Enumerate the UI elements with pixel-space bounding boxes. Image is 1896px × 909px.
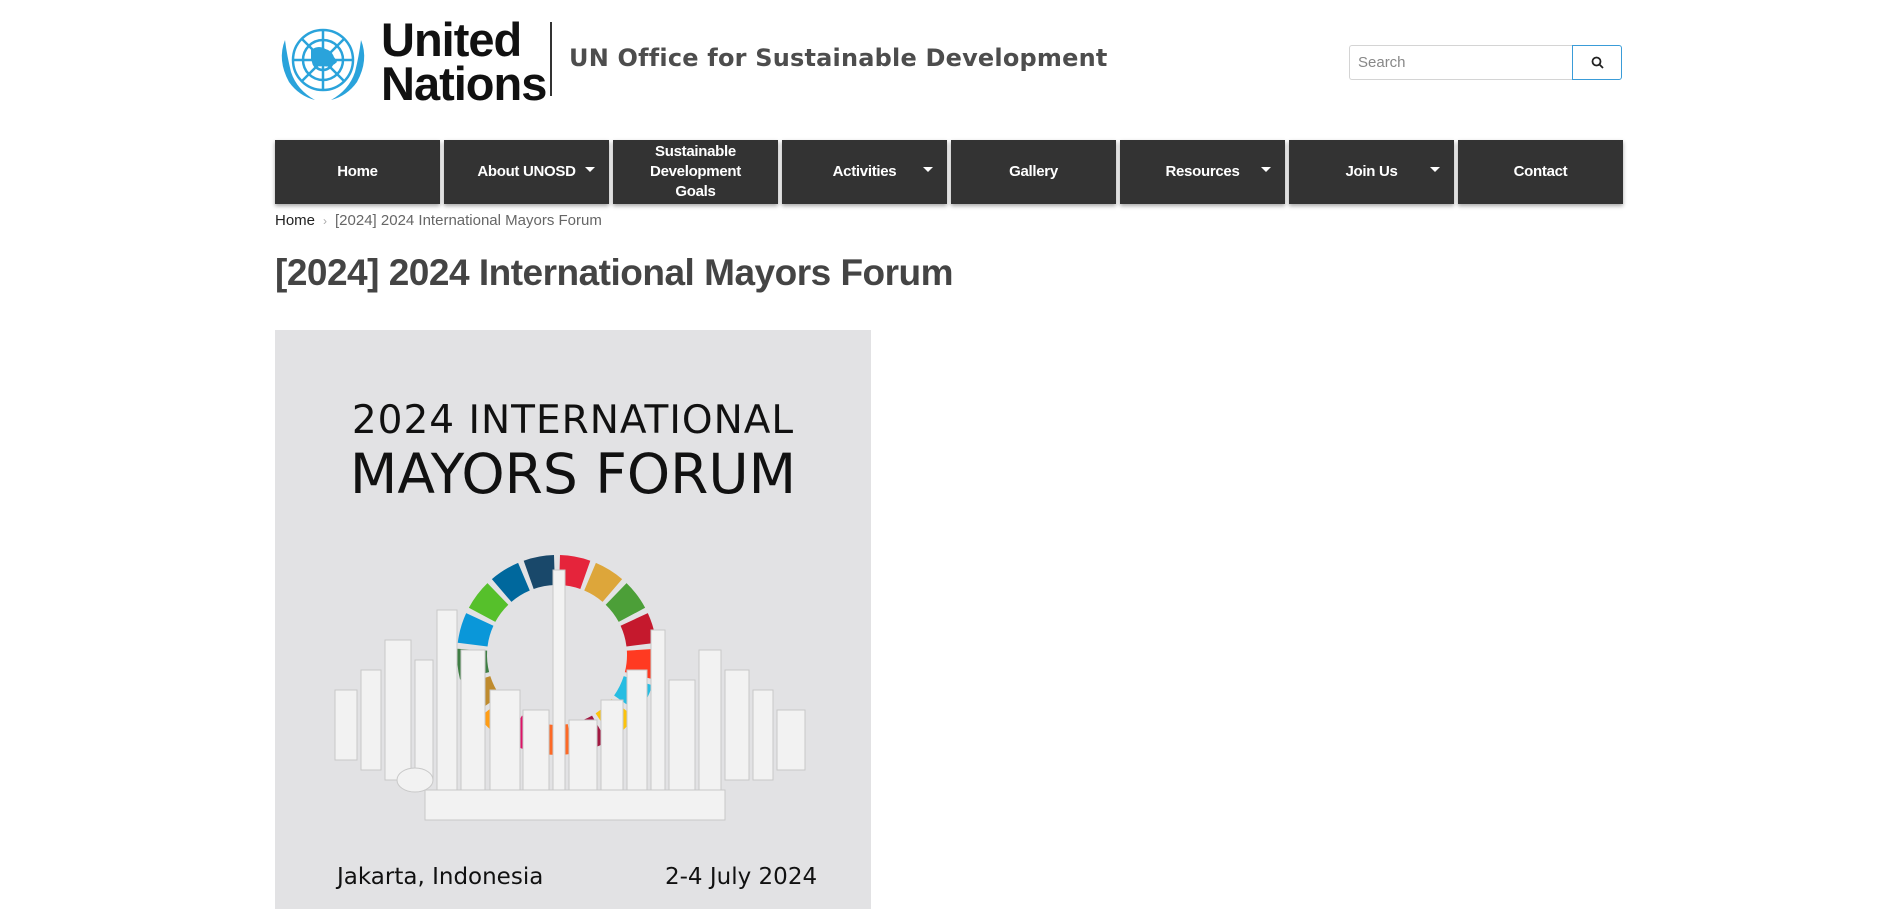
sdg-wheel-segment (457, 613, 494, 647)
nav-item-about-unosd[interactable]: About UNOSD (444, 140, 609, 204)
site-name[interactable]: UN Office for Sustainable Development (569, 44, 1108, 72)
nav-item-activities[interactable]: Activities (782, 140, 947, 204)
nav-item-label: Contact (1513, 163, 1568, 180)
caret-down-icon[interactable] (585, 167, 595, 172)
nav-item-home[interactable]: Home (275, 140, 440, 204)
caret-down-icon[interactable] (923, 167, 933, 172)
search-button[interactable] (1572, 45, 1622, 80)
event-poster-image[interactable]: 2024 INTERNATIONAL MAYORS FORUM Jakarta,… (275, 330, 871, 909)
search-icon (1591, 56, 1604, 69)
search-input[interactable] (1349, 45, 1572, 80)
nav-item-sdgs[interactable]: Sustainable Development Goals (613, 140, 778, 204)
un-wordmark[interactable]: United Nations (381, 13, 547, 110)
sdg-wheel-city-illustration (334, 555, 806, 821)
poster-date: 2-4 July 2024 (665, 864, 818, 890)
nav-item-label: Gallery (1009, 163, 1058, 180)
nav-item-join-us[interactable]: Join Us (1289, 140, 1454, 204)
poster-heading-line1: 2024 INTERNATIONAL (351, 398, 795, 443)
nav-item-gallery[interactable]: Gallery (951, 140, 1116, 204)
city-skyline (334, 569, 806, 821)
nav-item-label: Join Us (1345, 163, 1398, 180)
nav-item-label: Activities (832, 163, 897, 180)
search-form (1349, 45, 1622, 80)
breadcrumb-current: [2024] 2024 International Mayors Forum (335, 212, 602, 229)
caret-down-icon[interactable] (1261, 167, 1271, 172)
nav-item-label: Sustainable Development Goals (650, 143, 741, 200)
un-wordmark-line2: Nations (381, 57, 547, 110)
breadcrumb-home-link[interactable]: Home (275, 212, 315, 229)
nav-item-contact[interactable]: Contact (1458, 140, 1623, 204)
nav-item-resources[interactable]: Resources (1120, 140, 1285, 204)
caret-down-icon[interactable] (1430, 167, 1440, 172)
poster-location: Jakarta, Indonesia (337, 864, 544, 890)
un-wordmark-line1: United (381, 13, 522, 66)
page-title: [2024] 2024 International Mayors Forum (275, 252, 954, 293)
site-header: United Nations UN Office for Sustainable… (275, 0, 1626, 120)
sdg-wheel-segment (523, 555, 555, 589)
main-nav: Home About UNOSD Sustainable Development… (275, 140, 1626, 204)
nav-item-label: Resources (1165, 163, 1240, 180)
nav-item-label: Home (337, 163, 378, 180)
un-emblem-icon[interactable] (275, 20, 371, 104)
poster-heading-line2: MAYORS FORUM (349, 442, 797, 506)
nav-item-label: About UNOSD (477, 163, 576, 180)
header-divider (550, 22, 552, 96)
breadcrumb-separator: › (323, 213, 328, 228)
breadcrumb: Home › [2024] 2024 International Mayors … (275, 212, 602, 229)
